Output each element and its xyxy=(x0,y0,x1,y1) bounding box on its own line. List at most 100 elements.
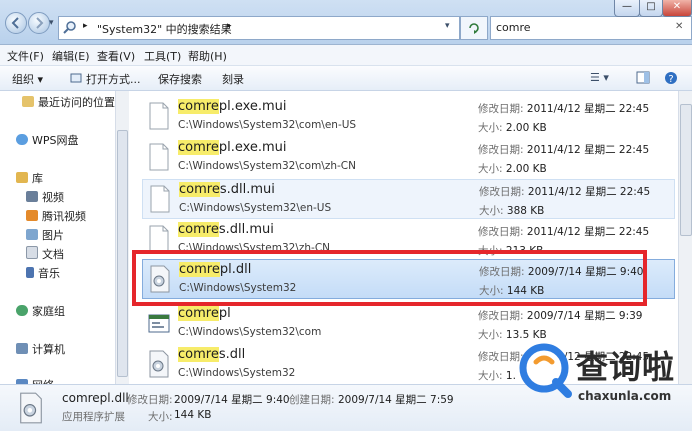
match-highlight: comre xyxy=(178,306,219,321)
back-button[interactable] xyxy=(5,12,27,34)
details-modified-label: 修改日期: xyxy=(127,394,173,406)
file-path: C:\Windows\System32\en-US xyxy=(179,202,332,214)
maximize-button[interactable]: □ xyxy=(639,0,663,17)
file-size: 大小: 2.00 KB xyxy=(478,161,547,176)
command-bar: 组织 ▾ 打开方式... 保存搜索 刻录 ☰ ▾ ? xyxy=(0,66,692,91)
size-label: 大小: xyxy=(478,122,503,134)
nav-tencent-video[interactable]: 腾讯视频 xyxy=(26,208,86,224)
refresh-icon xyxy=(469,23,479,34)
change-view-button[interactable]: ☰ ▾ xyxy=(590,71,609,84)
nav-label: 最近访问的位置 xyxy=(38,96,115,109)
match-highlight: comre xyxy=(178,222,219,237)
modified-date: 修改日期: 2011/4/12 星期二 22:45 xyxy=(478,224,649,239)
nav-wps-drive[interactable]: WPS网盘 xyxy=(16,132,79,148)
size-value: 2.00 KB xyxy=(505,122,547,134)
dll-file-icon xyxy=(20,392,42,424)
breadcrumb-separator-end[interactable]: ▸ xyxy=(227,21,232,31)
nav-libraries[interactable]: 库 xyxy=(16,170,43,186)
size-label: 大小: xyxy=(478,370,503,382)
navigation-scroll-thumb[interactable] xyxy=(117,130,128,377)
refresh-button[interactable] xyxy=(460,16,488,40)
file-icon xyxy=(149,225,169,253)
modified-value: 2011/4/12 星期二 22:45 xyxy=(526,144,650,156)
watermark: 查询啦 chaxunla.com xyxy=(518,340,692,410)
result-row[interactable]: comrepl.exe.mui C:\Windows\System32\com\… xyxy=(142,97,675,137)
title-bar: ▾ ▸ "System32" 中的搜索结果 ▸ ▾ comre ✕ — □ ✕ xyxy=(0,0,692,45)
watermark-brand: 查询啦 xyxy=(576,348,676,386)
modified-label: 修改日期: xyxy=(478,144,524,156)
homegroup-icon xyxy=(16,305,28,316)
highlight-annotation-box xyxy=(132,250,647,306)
forward-button[interactable] xyxy=(28,12,50,34)
search-input[interactable]: comre xyxy=(496,21,531,34)
clear-search-button[interactable]: ✕ xyxy=(675,21,683,32)
file-size: 大小: 1. xyxy=(478,368,516,383)
file-path: C:\Windows\System32\com xyxy=(178,326,322,338)
results-scroll-thumb[interactable] xyxy=(680,104,692,236)
save-search-button[interactable]: 保存搜索 xyxy=(158,71,202,87)
size-value: 388 KB xyxy=(506,205,545,217)
nav-documents[interactable]: 文档 xyxy=(26,246,64,262)
menu-edit[interactable]: 编辑(E) xyxy=(52,48,90,64)
watermark-url: chaxunla.com xyxy=(578,389,672,403)
close-button[interactable]: ✕ xyxy=(662,0,692,17)
menu-help[interactable]: 帮助(H) xyxy=(188,48,227,64)
match-highlight: comre xyxy=(178,140,219,155)
modified-label: 修改日期: xyxy=(479,186,525,198)
file-name: comres.dll.mui xyxy=(179,182,275,197)
file-size: 大小: 388 KB xyxy=(479,203,544,218)
nav-pictures[interactable]: 图片 xyxy=(26,227,64,243)
file-path: C:\Windows\System32\com\zh-CN xyxy=(178,160,356,172)
burn-button[interactable]: 刻录 xyxy=(222,71,244,87)
file-name: comrepl.exe.mui xyxy=(178,140,287,155)
file-path: C:\Windows\System32 xyxy=(178,367,296,379)
organize-button[interactable]: 组织 ▾ xyxy=(12,71,43,87)
result-row[interactable]: comrepl.exe.mui C:\Windows\System32\com\… xyxy=(142,138,675,178)
nav-label: WPS网盘 xyxy=(32,134,79,147)
recent-places-icon xyxy=(22,96,34,107)
search-box[interactable]: comre ✕ xyxy=(490,16,692,40)
executable-file-icon xyxy=(148,314,170,333)
details-size-value: 144 KB xyxy=(174,409,212,421)
size-label: 大小: xyxy=(479,205,504,217)
address-path: "System32" 中的搜索结果 xyxy=(97,23,232,36)
file-name: comres.dll xyxy=(178,347,245,362)
menu-view[interactable]: 查看(V) xyxy=(97,48,135,64)
address-dropdown[interactable]: ▾ xyxy=(445,21,450,31)
nav-homegroup[interactable]: 家庭组 xyxy=(16,303,65,319)
result-row[interactable]: comrepl C:\Windows\System32\com 修改日期: 20… xyxy=(142,304,675,344)
forward-arrow-icon xyxy=(36,17,44,29)
file-name: comrepl xyxy=(178,306,231,321)
breadcrumb-separator[interactable]: ▸ xyxy=(83,21,88,31)
nav-label: 计算机 xyxy=(32,343,65,356)
help-icon[interactable]: ? xyxy=(664,71,678,85)
size-label: 大小: xyxy=(478,163,503,175)
history-dropdown[interactable]: ▾ xyxy=(49,18,54,28)
library-icon xyxy=(16,172,28,183)
open-with-button[interactable]: 打开方式... xyxy=(86,71,141,87)
modified-date: 修改日期: 2011/4/12 星期二 22:45 xyxy=(479,184,650,199)
nav-label: 图片 xyxy=(42,229,64,242)
menu-file[interactable]: 文件(F) xyxy=(7,48,44,64)
size-label: 大小: xyxy=(478,329,503,341)
nav-recent-places[interactable]: 最近访问的位置 xyxy=(22,94,115,110)
nav-videos[interactable]: 视频 xyxy=(26,189,64,205)
open-with-icon xyxy=(70,73,82,83)
modified-value: 2011/4/12 星期二 22:45 xyxy=(527,186,651,198)
result-row[interactable]: comres.dll.mui C:\Windows\System32\en-US… xyxy=(142,179,675,219)
nav-computer[interactable]: 计算机 xyxy=(16,341,65,357)
match-highlight: comre xyxy=(179,182,220,197)
nav-network[interactable]: 网络 xyxy=(16,377,54,384)
nav-music[interactable]: 音乐 xyxy=(26,265,60,281)
menu-tools[interactable]: 工具(T) xyxy=(144,48,181,64)
file-name-rest: pl.exe.mui xyxy=(218,99,287,114)
menu-bar: 文件(F) 编辑(E) 查看(V) 工具(T) 帮助(H) xyxy=(0,45,692,66)
minimize-button[interactable]: — xyxy=(614,0,640,17)
back-arrow-icon xyxy=(11,17,19,29)
preview-pane-icon[interactable] xyxy=(636,71,650,84)
address-bar[interactable]: ▸ "System32" 中的搜索结果 ▸ ▾ xyxy=(58,16,460,40)
pictures-icon xyxy=(26,229,38,240)
file-size: 大小: 2.00 KB xyxy=(478,120,547,135)
size-value: 2.00 KB xyxy=(505,163,547,175)
nav-label: 腾讯视频 xyxy=(42,210,86,223)
